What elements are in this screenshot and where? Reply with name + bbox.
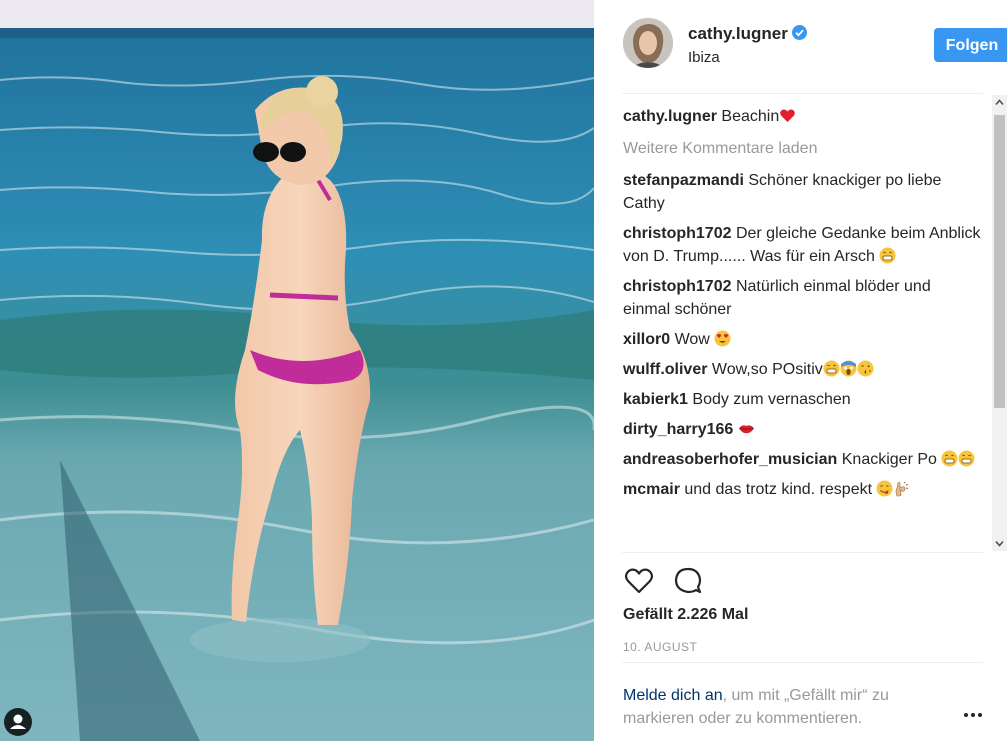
kissing-emoji <box>857 360 874 377</box>
comment-item: stefanpazmandi Schöner knackiger po lieb… <box>623 169 981 215</box>
comment-username[interactable]: kabierk1 <box>623 391 688 408</box>
login-prompt: Melde dich an, um mit „Gefällt mir“ zu m… <box>623 684 943 730</box>
comment-icon[interactable] <box>672 565 704 597</box>
user-tag-icon[interactable] <box>4 708 32 736</box>
scroll-down-icon[interactable] <box>995 539 1004 548</box>
comment-username[interactable]: stefanpazmandi <box>623 172 744 189</box>
follow-button[interactable]: Folgen <box>934 28 1007 62</box>
load-more-comments[interactable]: Weitere Kommentare laden <box>623 137 981 160</box>
divider <box>622 552 983 553</box>
post-date[interactable]: 10. AUGUST <box>623 640 697 654</box>
divider <box>622 93 983 94</box>
ok-hand-emoji <box>893 480 910 497</box>
post-photo[interactable] <box>0 0 594 741</box>
verified-badge-icon <box>791 25 807 40</box>
username[interactable]: cathy.lugner <box>688 24 807 44</box>
comment-text: Wow,so POsitiv <box>711 361 823 378</box>
comment-item: christoph1702 Der gleiche Gedanke beim A… <box>623 222 981 268</box>
comment-item: mcmair und das trotz kind. respekt <box>623 478 981 501</box>
comment-item: andreasoberhofer_musician Knackiger Po <box>623 448 981 471</box>
comment-item: christoph1702 Natürlich einmal blöder un… <box>623 275 981 321</box>
comment-username[interactable]: mcmair <box>623 481 680 498</box>
grinning-emoji <box>879 247 896 264</box>
comment-item: wulff.oliver Wow,so POsitiv <box>623 358 981 381</box>
lips-emoji <box>738 420 755 437</box>
more-options-button[interactable] <box>962 708 984 722</box>
yum-emoji <box>876 480 893 497</box>
comment-username[interactable]: cathy.lugner <box>623 108 717 125</box>
heart-icon[interactable] <box>623 565 655 597</box>
comment-username[interactable]: xillor0 <box>623 331 670 348</box>
comment-username[interactable]: dirty_harry166 <box>623 421 733 438</box>
likes-count[interactable]: Gefällt 2.226 Mal <box>623 606 748 624</box>
comment-text: Beachin <box>721 108 780 125</box>
post-sidebar: cathy.lugner Ibiza Folgen cathy.lugner B… <box>594 0 1007 741</box>
comment-text: Knackiger Po <box>841 451 937 468</box>
scroll-up-icon[interactable] <box>995 98 1004 107</box>
location-link[interactable]: Ibiza <box>688 49 720 66</box>
comment-username[interactable]: andreasoberhofer_musician <box>623 451 837 468</box>
grinning-emoji <box>958 450 975 467</box>
caption: cathy.lugner Beachin <box>623 105 981 128</box>
comment-item: xillor0 Wow <box>623 328 981 351</box>
username-text[interactable]: cathy.lugner <box>688 24 788 43</box>
comment-username[interactable]: wulff.oliver <box>623 361 707 378</box>
screaming-emoji <box>840 360 857 377</box>
comment-item: dirty_harry166 <box>623 418 981 441</box>
login-link[interactable]: Melde dich an <box>623 687 723 704</box>
comment-text: Body zum vernaschen <box>692 391 851 408</box>
heart-eyes-emoji <box>714 330 731 347</box>
avatar[interactable] <box>623 18 673 68</box>
comment-item: kabierk1 Body zum vernaschen <box>623 388 981 411</box>
comments-scrollbar[interactable] <box>992 95 1007 551</box>
more-options-icon[interactable] <box>962 708 984 722</box>
comment-username[interactable]: christoph1702 <box>623 278 731 295</box>
post-header: cathy.lugner Ibiza Folgen <box>622 18 1007 74</box>
grinning-emoji <box>941 450 958 467</box>
comments-list: cathy.lugner Beachin Weitere Kommentare … <box>623 105 981 551</box>
comment-text: und das trotz kind. respekt <box>684 481 873 498</box>
divider <box>622 662 983 663</box>
red-heart-emoji <box>779 107 796 124</box>
comment-text: Wow <box>674 331 710 348</box>
scrollbar-thumb[interactable] <box>994 115 1005 408</box>
grinning-emoji <box>823 360 840 377</box>
comment-username[interactable]: christoph1702 <box>623 225 731 242</box>
